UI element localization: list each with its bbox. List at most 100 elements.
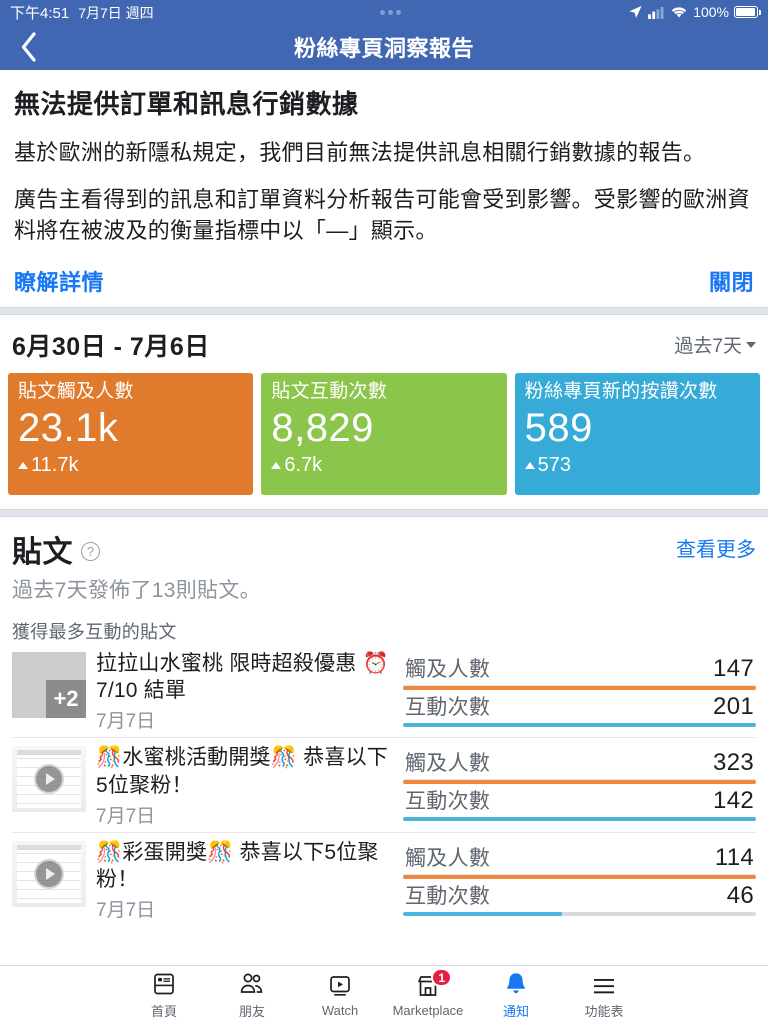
post-metric-label: 觸及人數 [405, 752, 491, 776]
metric-card-new-likes[interactable]: 粉絲專頁新的按讚次數 589 573 [514, 372, 760, 495]
post-row[interactable]: 🎊水蜜桃活動開獎🎊 恭喜以下5位聚粉！ 7月7日 觸及人數 323 互動次數 1… [12, 738, 756, 833]
notice-paragraph-1: 基於歐洲的新隱私規定，我們目前無法提供訊息相關行銷數據的報告。 [14, 140, 706, 165]
tab-marketplace[interactable]: 1 Marketplace [384, 968, 472, 1018]
post-text: 拉拉山水蜜桃 限時超殺優惠 ⏰7/10 結單 7月7日 [86, 650, 403, 734]
post-metric-line: 觸及人數 114 [403, 841, 756, 875]
posts-title-row: 貼文 ? [12, 527, 100, 571]
metric-card-label: 粉絲專頁新的按讚次數 [524, 380, 718, 402]
hamburger-menu-icon [592, 970, 616, 996]
metric-card-value: 23.1k [18, 405, 119, 450]
metric-card-value: 8,829 [271, 405, 374, 450]
chevron-left-icon [21, 32, 36, 62]
post-title: 拉拉山水蜜桃 限時超殺優惠 ⏰7/10 結單 [96, 651, 389, 702]
post-text: 🎊水蜜桃活動開獎🎊 恭喜以下5位聚粉！ 7月7日 [86, 744, 403, 828]
post-metric-label: 互動次數 [405, 790, 491, 814]
posts-section: 貼文 ? 查看更多 過去7天發佈了13則貼文。 獲得最多互動的貼文 +2 拉拉山… [0, 517, 768, 927]
post-date: 7月7日 [96, 711, 156, 733]
metric-card-delta-value: 6.7k [284, 453, 323, 476]
post-thumbnail[interactable] [12, 746, 86, 813]
marketplace-badge: 1 [431, 968, 452, 987]
back-button[interactable] [0, 32, 56, 62]
post-metric-value: 147 [713, 654, 754, 682]
status-center-dots [154, 9, 629, 15]
cellular-signal-icon [648, 6, 664, 19]
bell-icon [504, 970, 528, 996]
metric-card-label: 貼文觸及人數 [18, 380, 134, 402]
post-metric-reach: 觸及人數 114 [403, 841, 756, 879]
status-date: 7月7日 週四 [78, 4, 154, 21]
tab-watch[interactable]: Watch [296, 972, 384, 1018]
posts-section-title: 貼文 [12, 535, 73, 569]
post-title: 🎊水蜜桃活動開獎🎊 恭喜以下5位聚粉！ [96, 746, 388, 797]
post-metric-value: 46 [726, 881, 754, 909]
privacy-notice-card: 無法提供訂單和訊息行銷數據 基於歐洲的新隱私規定，我們目前無法提供訊息相關行銷數… [0, 70, 768, 307]
summary-header: 6月30日 - 7月6日 過去7天 [8, 323, 760, 373]
tab-home[interactable]: 首頁 [120, 970, 208, 1020]
metric-card-reach[interactable]: 貼文觸及人數 23.1k 11.7k [8, 372, 254, 495]
wifi-icon [672, 7, 687, 18]
scroll-content: 無法提供訂單和訊息行銷數據 基於歐洲的新隱私規定，我們目前無法提供訊息相關行銷數… [0, 70, 768, 965]
posts-group-label: 獲得最多互動的貼文 [12, 621, 177, 642]
tab-label: 首頁 [150, 1004, 177, 1019]
tab-label: Marketplace [392, 1003, 464, 1018]
notice-paragraph-2: 廣告主看得到的訊息和訂單資料分析報告可能會受到影響。受影響的歐洲資料將在被波及的… [14, 187, 750, 244]
metric-card-engagement[interactable]: 貼文互動次數 8,829 6.7k [261, 372, 507, 495]
post-metric-engagement: 互動次數 142 [403, 784, 756, 822]
learn-more-link[interactable]: 瞭解詳情 [14, 265, 104, 297]
status-bar-left: 下午4:51 7月7日 週四 [10, 2, 154, 23]
play-button-icon [34, 764, 64, 795]
close-notice-button[interactable]: 關閉 [709, 265, 754, 297]
post-metric-line: 互動次數 46 [403, 879, 756, 912]
battery-icon [734, 6, 761, 18]
post-metric-value: 323 [713, 749, 754, 777]
tab-menu[interactable]: 功能表 [560, 970, 648, 1020]
post-metric-value: 201 [713, 692, 754, 720]
post-metric-label: 觸及人數 [405, 657, 491, 681]
page-title: 粉絲專頁洞察報告 [293, 36, 474, 61]
post-thumbnail[interactable]: +2 [12, 651, 86, 718]
date-range-label: 6月30日 - 7月6日 [12, 332, 210, 361]
triangle-up-icon [18, 461, 28, 469]
post-metric-engagement: 互動次數 201 [403, 690, 756, 727]
status-bar: 下午4:51 7月7日 週四 100% [0, 0, 768, 24]
date-range-picker-label: 過去7天 [674, 336, 742, 358]
date-range-picker[interactable]: 過去7天 [674, 331, 756, 358]
marketplace-store-icon: 1 [416, 968, 452, 998]
post-metrics: 觸及人數 323 互動次數 142 [403, 744, 756, 828]
section-divider [0, 306, 768, 315]
metric-card-label: 貼文互動次數 [271, 380, 388, 402]
post-metrics: 觸及人數 147 互動次數 201 [403, 650, 756, 734]
metric-card-delta-value: 11.7k [31, 453, 79, 476]
news-feed-icon [152, 970, 176, 996]
triangle-up-icon [271, 461, 282, 469]
notice-title: 無法提供訂單和訊息行銷數據 [14, 89, 359, 119]
post-metrics: 觸及人數 114 互動次數 46 [403, 839, 756, 923]
location-arrow-icon [629, 5, 642, 18]
metric-card-value: 589 [524, 405, 593, 450]
question-mark-circle-icon[interactable]: ? [81, 542, 100, 562]
battery-percent: 100% [693, 4, 729, 20]
tab-notifications[interactable]: 通知 [472, 970, 560, 1020]
metric-cards: 貼文觸及人數 23.1k 11.7k 貼文互動次數 8,829 6.7k 粉絲專… [8, 372, 760, 495]
post-metric-engagement: 互動次數 46 [403, 879, 756, 916]
post-metric-label: 互動次數 [405, 884, 491, 908]
post-title: 🎊彩蛋開獎🎊 恭喜以下5位聚粉！ [96, 840, 379, 892]
dot-icon [396, 9, 402, 15]
post-metric-label: 觸及人數 [405, 846, 491, 870]
section-divider [0, 508, 768, 517]
see-more-link[interactable]: 查看更多 [676, 533, 756, 562]
tab-label: 通知 [502, 1004, 529, 1019]
tab-friends[interactable]: 朋友 [208, 970, 296, 1020]
post-metric-line: 互動次數 142 [403, 784, 756, 817]
play-button-icon [34, 858, 64, 889]
bottom-tab-bar: 首頁 朋友 Watch 1 Marketplace 通知 功能表 [0, 965, 768, 1024]
insights-summary-section: 6月30日 - 7月6日 過去7天 貼文觸及人數 23.1k 11.7k 貼文互… [0, 315, 768, 509]
status-time: 下午4:51 [10, 4, 70, 22]
post-thumbnail[interactable] [12, 840, 86, 907]
post-row[interactable]: +2 拉拉山水蜜桃 限時超殺優惠 ⏰7/10 結單 7月7日 觸及人數 147 [12, 644, 756, 739]
metric-card-delta: 11.7k [18, 454, 243, 477]
post-row[interactable]: 🎊彩蛋開獎🎊 恭喜以下5位聚粉！ 7月7日 觸及人數 114 互動次數 46 [12, 833, 756, 927]
friends-icon [239, 970, 265, 996]
chevron-down-icon [746, 341, 756, 348]
posts-subtitle: 過去7天發佈了13則貼文。 [12, 578, 261, 602]
